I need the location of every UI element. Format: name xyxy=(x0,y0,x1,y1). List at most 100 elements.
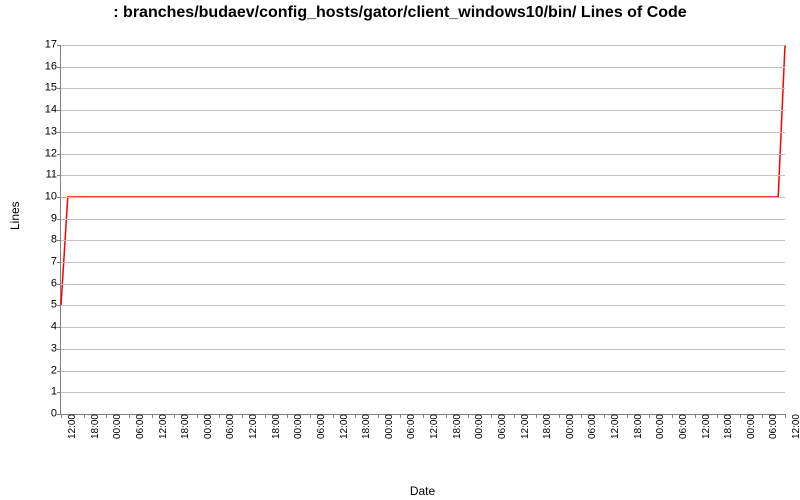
x-tick-mark xyxy=(378,414,379,418)
y-axis-label: Lines xyxy=(8,201,22,230)
x-tick-mark xyxy=(265,414,266,418)
gridline xyxy=(61,349,785,350)
x-tick-label: 06:00 xyxy=(222,414,236,439)
gridline xyxy=(61,88,785,89)
x-tick-label: 18:00 xyxy=(539,414,553,439)
x-tick-mark xyxy=(740,414,741,418)
x-tick-mark xyxy=(106,414,107,418)
x-tick-mark xyxy=(61,414,62,418)
x-tick-label: 18:00 xyxy=(87,414,101,439)
x-tick-label: 00:00 xyxy=(200,414,214,439)
x-tick-label: 18:00 xyxy=(268,414,282,439)
y-tick-label: 1 xyxy=(27,387,61,398)
x-tick-label: 18:00 xyxy=(720,414,734,439)
x-tick-mark xyxy=(785,414,786,418)
x-tick-mark xyxy=(129,414,130,418)
x-tick-mark xyxy=(536,414,537,418)
chart-line xyxy=(61,45,785,414)
x-tick-mark xyxy=(287,414,288,418)
gridline xyxy=(61,262,785,263)
y-tick-label: 14 xyxy=(27,105,61,116)
x-tick-label: 00:00 xyxy=(290,414,304,439)
gridline xyxy=(61,197,785,198)
y-tick-label: 10 xyxy=(27,191,61,202)
gridline xyxy=(61,175,785,176)
gridline xyxy=(61,284,785,285)
y-tick-label: 8 xyxy=(27,235,61,246)
x-tick-label: 12:00 xyxy=(426,414,440,439)
x-tick-label: 00:00 xyxy=(471,414,485,439)
x-tick-label: 00:00 xyxy=(743,414,757,439)
x-tick-mark xyxy=(491,414,492,418)
x-tick-mark xyxy=(219,414,220,418)
x-tick-mark xyxy=(604,414,605,418)
x-tick-mark xyxy=(400,414,401,418)
x-tick-mark xyxy=(514,414,515,418)
x-tick-label: 12:00 xyxy=(607,414,621,439)
x-axis-label: Date xyxy=(60,484,785,498)
y-tick-label: 16 xyxy=(27,61,61,72)
x-tick-label: 12:00 xyxy=(64,414,78,439)
x-tick-mark xyxy=(672,414,673,418)
x-tick-mark xyxy=(762,414,763,418)
x-tick-label: 00:00 xyxy=(652,414,666,439)
gridline xyxy=(61,110,785,111)
y-tick-label: 13 xyxy=(27,126,61,137)
x-tick-mark xyxy=(649,414,650,418)
chart-title: : branches/budaev/config_hosts/gator/cli… xyxy=(0,4,800,22)
gridline xyxy=(61,67,785,68)
x-tick-mark xyxy=(446,414,447,418)
x-tick-label: 12:00 xyxy=(245,414,259,439)
x-tick-mark xyxy=(310,414,311,418)
x-tick-label: 12:00 xyxy=(698,414,712,439)
x-tick-mark xyxy=(174,414,175,418)
x-tick-mark xyxy=(197,414,198,418)
x-tick-mark xyxy=(695,414,696,418)
x-tick-label: 18:00 xyxy=(358,414,372,439)
x-tick-label: 12:00 xyxy=(336,414,350,439)
x-tick-label: 18:00 xyxy=(630,414,644,439)
x-tick-mark xyxy=(152,414,153,418)
y-tick-label: 15 xyxy=(27,83,61,94)
gridline xyxy=(61,327,785,328)
x-tick-label: 00:00 xyxy=(381,414,395,439)
x-tick-label: 18:00 xyxy=(177,414,191,439)
gridline xyxy=(61,392,785,393)
y-tick-label: 7 xyxy=(27,257,61,268)
x-tick-mark xyxy=(627,414,628,418)
x-tick-mark xyxy=(242,414,243,418)
x-tick-label: 06:00 xyxy=(765,414,779,439)
y-tick-label: 3 xyxy=(27,343,61,354)
x-tick-label: 06:00 xyxy=(584,414,598,439)
x-tick-mark xyxy=(355,414,356,418)
x-tick-mark xyxy=(581,414,582,418)
x-tick-label: 06:00 xyxy=(132,414,146,439)
gridline xyxy=(61,154,785,155)
x-tick-label: 00:00 xyxy=(562,414,576,439)
x-tick-label: 06:00 xyxy=(494,414,508,439)
y-tick-label: 0 xyxy=(27,409,61,420)
chart-container: : branches/budaev/config_hosts/gator/cli… xyxy=(0,0,800,500)
x-tick-mark xyxy=(717,414,718,418)
gridline xyxy=(61,305,785,306)
gridline xyxy=(61,240,785,241)
x-tick-label: 12:00 xyxy=(788,414,800,439)
x-tick-label: 06:00 xyxy=(675,414,689,439)
y-tick-label: 6 xyxy=(27,278,61,289)
x-tick-label: 12:00 xyxy=(517,414,531,439)
x-tick-label: 18:00 xyxy=(449,414,463,439)
x-tick-mark xyxy=(423,414,424,418)
y-tick-label: 2 xyxy=(27,365,61,376)
x-tick-label: 00:00 xyxy=(109,414,123,439)
y-tick-label: 12 xyxy=(27,148,61,159)
gridline xyxy=(61,219,785,220)
x-tick-label: 06:00 xyxy=(403,414,417,439)
y-tick-label: 17 xyxy=(27,40,61,51)
x-tick-label: 06:00 xyxy=(313,414,327,439)
plot-area: 0123456789101112131415161712:0018:0000:0… xyxy=(60,45,785,415)
x-tick-mark xyxy=(84,414,85,418)
gridline xyxy=(61,45,785,46)
y-tick-label: 9 xyxy=(27,213,61,224)
x-tick-mark xyxy=(559,414,560,418)
y-tick-label: 11 xyxy=(27,170,61,181)
